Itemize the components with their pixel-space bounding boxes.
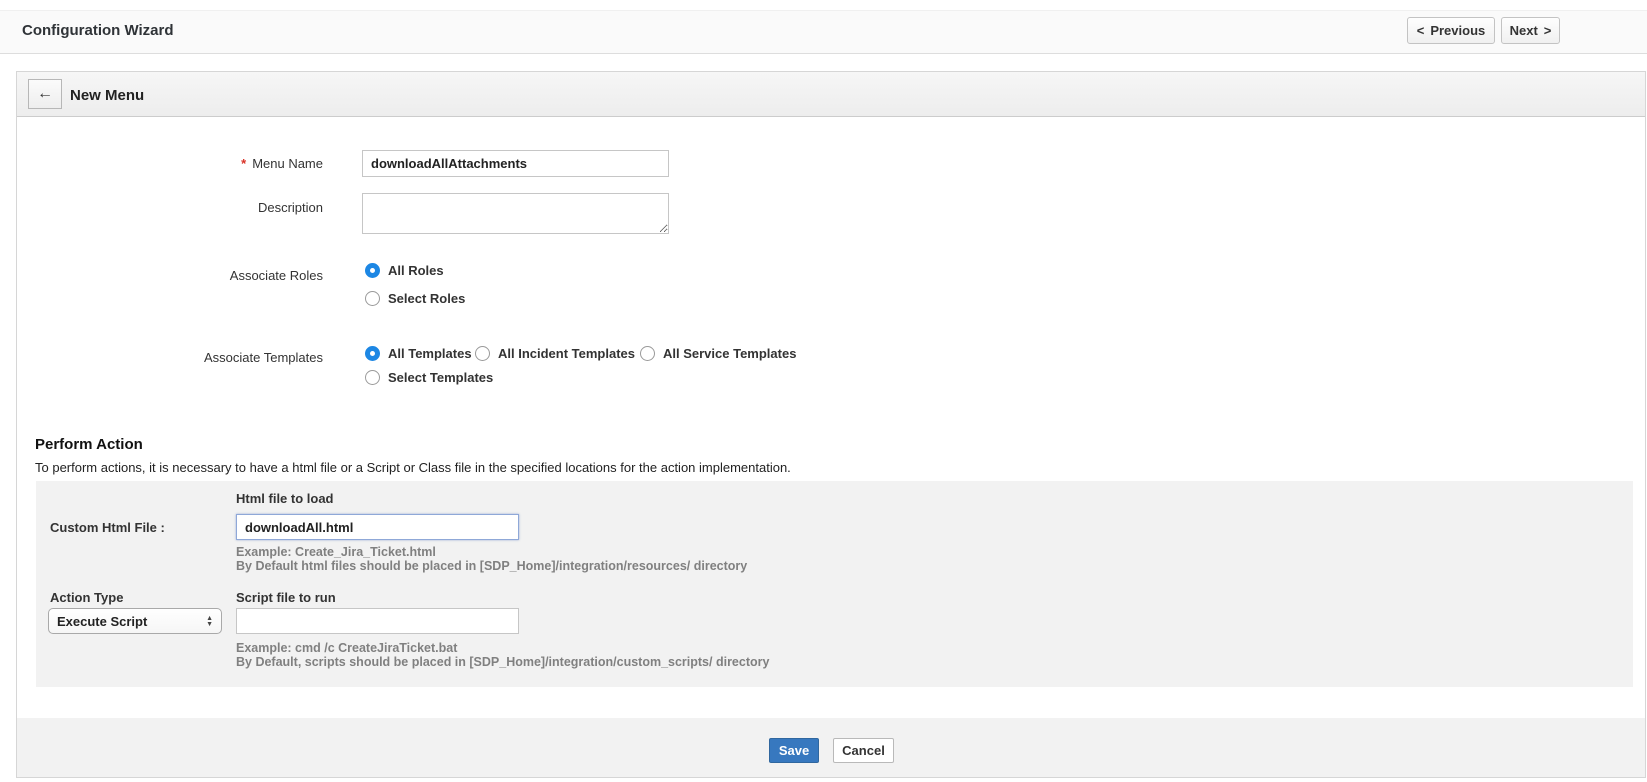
- back-button[interactable]: ←: [28, 79, 62, 109]
- radio-icon: [475, 346, 490, 361]
- description-label: Description: [100, 200, 323, 215]
- select-stepper-icon: ▲▼: [206, 616, 213, 627]
- radio-icon: [640, 346, 655, 361]
- radio-all-roles[interactable]: All Roles: [365, 263, 444, 278]
- action-type-selected-value: Execute Script: [57, 614, 206, 629]
- radio-select-roles[interactable]: Select Roles: [365, 291, 465, 306]
- footer-bar: [17, 718, 1645, 777]
- action-type-label: Action Type: [50, 590, 123, 605]
- action-type-select[interactable]: Execute Script ▲▼: [48, 608, 222, 634]
- radio-all-incident-templates-label: All Incident Templates: [498, 346, 635, 361]
- radio-all-roles-label: All Roles: [388, 263, 444, 278]
- next-button[interactable]: Next >: [1501, 17, 1560, 44]
- cancel-button[interactable]: Cancel: [833, 738, 894, 763]
- radio-all-service-templates-label: All Service Templates: [663, 346, 796, 361]
- radio-all-service-templates[interactable]: All Service Templates: [640, 346, 796, 361]
- chevron-left-icon: <: [1417, 23, 1425, 38]
- radio-icon: [365, 346, 380, 361]
- back-arrow-icon: ←: [37, 85, 53, 103]
- save-button-label: Save: [779, 743, 809, 758]
- previous-button-label: Previous: [1430, 23, 1485, 38]
- radio-all-incident-templates[interactable]: All Incident Templates: [475, 346, 635, 361]
- menu-name-input[interactable]: [362, 150, 669, 177]
- radio-all-templates[interactable]: All Templates: [365, 346, 472, 361]
- radio-icon: [365, 370, 380, 385]
- radio-select-templates[interactable]: Select Templates: [365, 370, 493, 385]
- associate-templates-label: Associate Templates: [100, 350, 323, 365]
- associate-roles-label: Associate Roles: [100, 268, 323, 283]
- script-example-text: Example: cmd /c CreateJiraTicket.bat: [236, 641, 457, 655]
- html-file-input[interactable]: [236, 514, 519, 540]
- radio-icon: [365, 263, 380, 278]
- script-file-to-run-label: Script file to run: [236, 590, 336, 605]
- radio-select-templates-label: Select Templates: [388, 370, 493, 385]
- card-title: New Menu: [70, 87, 144, 104]
- save-button[interactable]: Save: [769, 738, 819, 763]
- perform-action-description: To perform actions, it is necessary to h…: [35, 460, 791, 475]
- next-button-label: Next: [1510, 23, 1538, 38]
- description-textarea[interactable]: [362, 193, 669, 234]
- radio-select-roles-label: Select Roles: [388, 291, 465, 306]
- radio-all-templates-label: All Templates: [388, 346, 472, 361]
- cancel-button-label: Cancel: [842, 743, 885, 758]
- radio-icon: [365, 291, 380, 306]
- custom-html-file-label: Custom Html File :: [50, 520, 165, 535]
- previous-button[interactable]: < Previous: [1407, 17, 1495, 44]
- required-asterisk: *: [241, 156, 246, 171]
- top-header-bar: [0, 10, 1647, 54]
- perform-action-heading: Perform Action: [35, 436, 143, 453]
- page-title: Configuration Wizard: [22, 22, 174, 39]
- menu-name-label: *Menu Name: [100, 156, 323, 171]
- chevron-right-icon: >: [1544, 23, 1552, 38]
- card-header: [17, 72, 1645, 117]
- html-note-text: By Default html files should be placed i…: [236, 559, 747, 573]
- html-example-text: Example: Create_Jira_Ticket.html: [236, 545, 436, 559]
- html-file-to-load-label: Html file to load: [236, 491, 334, 506]
- script-note-text: By Default, scripts should be placed in …: [236, 655, 769, 669]
- script-file-input[interactable]: [236, 608, 519, 634]
